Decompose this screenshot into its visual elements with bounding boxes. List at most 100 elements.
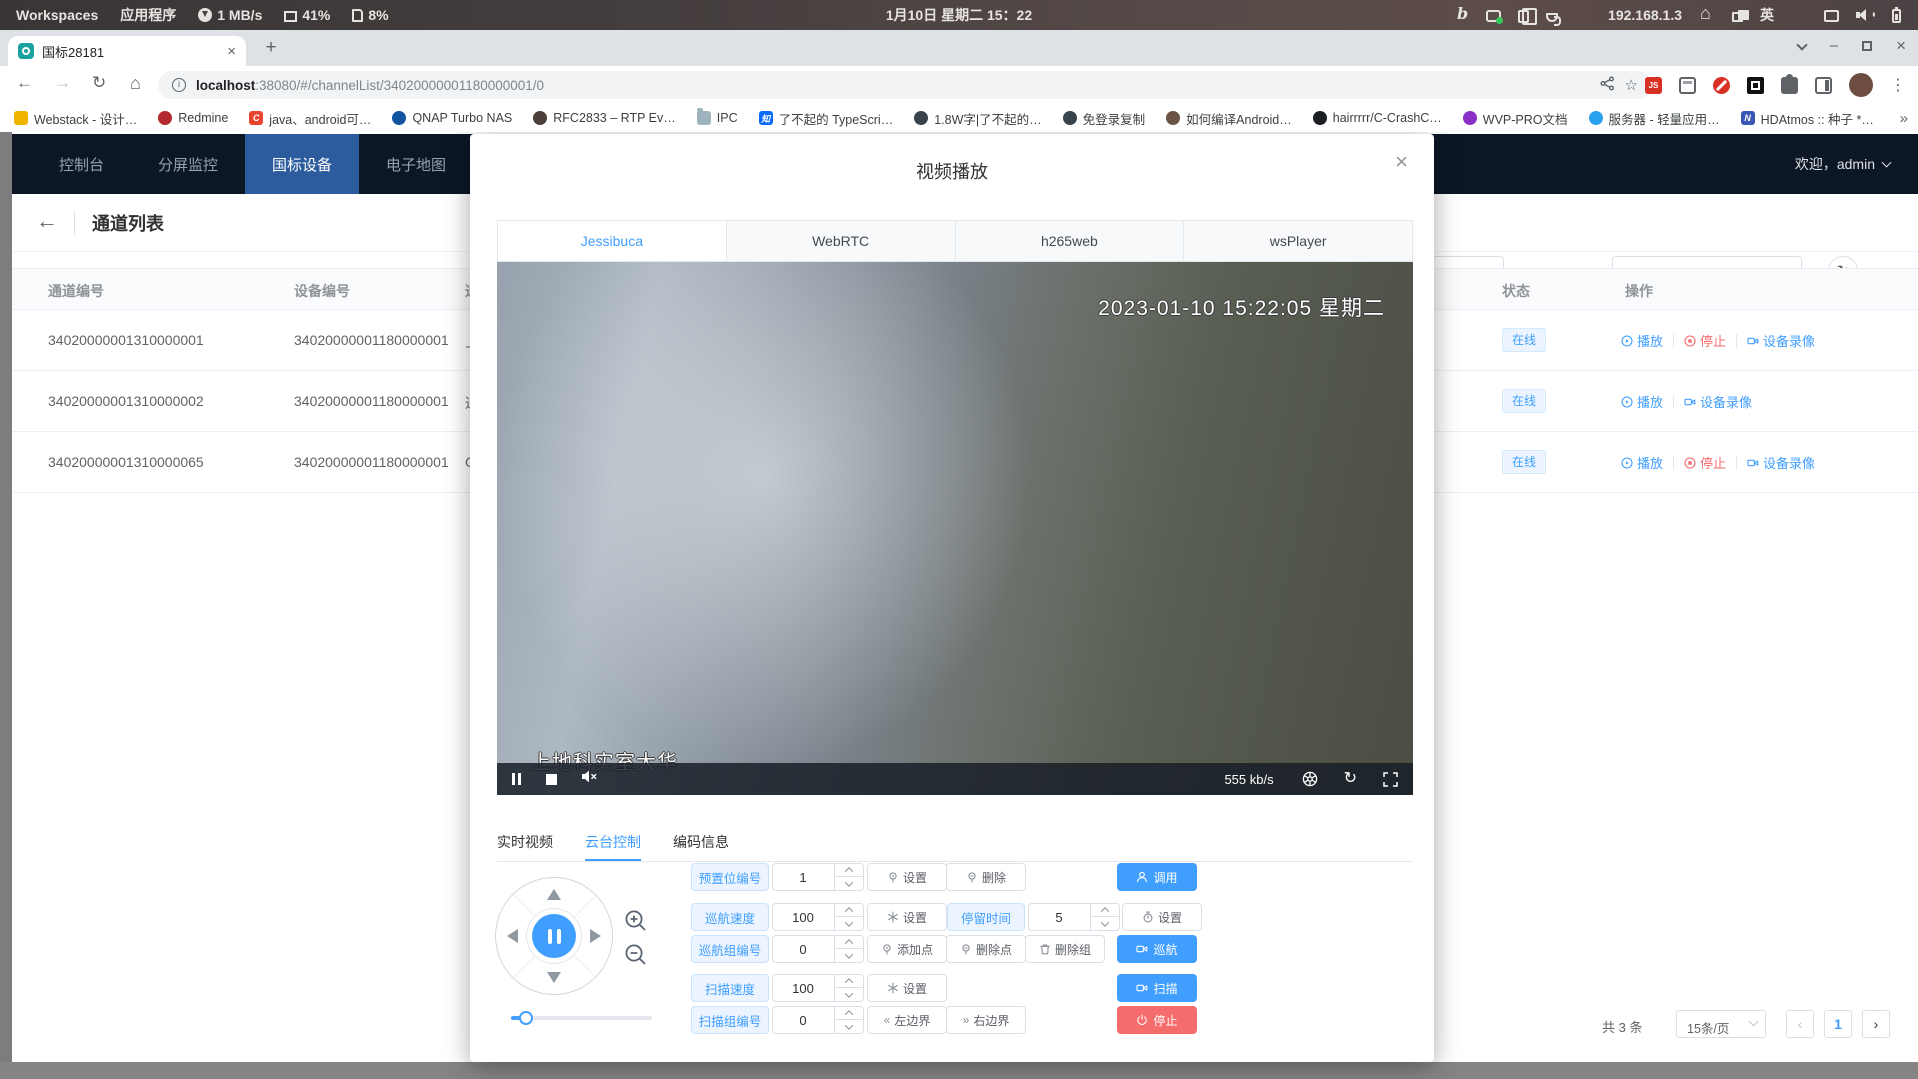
- ptz-button-设置[interactable]: 设置: [1122, 903, 1202, 931]
- volume-muted-icon[interactable]: [582, 770, 598, 788]
- volume-icon[interactable]: [1856, 7, 1872, 23]
- site-info-icon[interactable]: i: [172, 78, 186, 92]
- ptz-button-设置[interactable]: 设置: [867, 903, 947, 931]
- b-icon[interactable]: [1453, 7, 1469, 23]
- device-record-button[interactable]: 设备录像: [1747, 331, 1815, 350]
- extension-screenshot-icon[interactable]: [1747, 77, 1764, 94]
- nav-tab-控制台[interactable]: 控制台: [32, 134, 131, 194]
- bookmark-item[interactable]: hairrrrr/C-CrashC…: [1313, 111, 1442, 125]
- bookmark-item[interactable]: WVP-PRO文档: [1463, 109, 1568, 128]
- spinner-down-icon[interactable]: [835, 917, 863, 930]
- spinner-down-icon[interactable]: [835, 949, 863, 962]
- video-player[interactable]: 2023-01-10 15:22:05 星期二 上地科实室大华 555 kb/s…: [497, 262, 1413, 795]
- window-minimize-icon[interactable]: –: [1830, 41, 1838, 51]
- player-tab-WebRTC[interactable]: WebRTC: [726, 220, 956, 262]
- stop-icon[interactable]: [546, 774, 557, 785]
- ptz-button-左边界[interactable]: «左边界: [867, 1006, 947, 1034]
- ptz-left-icon[interactable]: [507, 929, 518, 943]
- ptz-joystick[interactable]: [495, 877, 613, 995]
- current-page-button[interactable]: 1: [1824, 1010, 1852, 1038]
- bookmark-item[interactable]: 1.8W字|了不起的…: [914, 109, 1041, 128]
- ptz-button-设置[interactable]: 设置: [867, 863, 947, 891]
- zoom-in-button[interactable]: [623, 908, 649, 934]
- player-tab-wsPlayer[interactable]: wsPlayer: [1183, 220, 1413, 262]
- dialog-close-icon[interactable]: ×: [1395, 152, 1408, 172]
- bookmark-item[interactable]: QNAP Turbo NAS: [392, 111, 512, 125]
- phone-link-icon[interactable]: [1791, 7, 1807, 23]
- spinner-up-icon[interactable]: [835, 936, 863, 949]
- browser-tab[interactable]: 国标28181 ×: [8, 36, 246, 66]
- address-bar[interactable]: i localhost:38080/#/channelList/34020000…: [158, 71, 1652, 99]
- ptz-action-扫描[interactable]: 扫描: [1117, 974, 1197, 1002]
- spinner-up-icon[interactable]: [835, 975, 863, 988]
- screen-share-icon[interactable]: [1486, 10, 1501, 22]
- tab-close-icon[interactable]: ×: [227, 44, 236, 59]
- player-tab-Jessibuca[interactable]: Jessibuca: [497, 220, 727, 262]
- ptz-button-删除点[interactable]: 删除点: [946, 935, 1026, 963]
- ptz-right-icon[interactable]: [590, 929, 601, 943]
- bookmark-item[interactable]: IPC: [697, 111, 738, 125]
- windows-icon[interactable]: [1732, 12, 1743, 22]
- spinner-down-icon[interactable]: [1091, 917, 1119, 930]
- browser-menu-icon[interactable]: ⋮: [1890, 75, 1906, 95]
- ptz-number-input[interactable]: 100: [772, 974, 864, 1002]
- number-spinner[interactable]: [1090, 904, 1119, 930]
- spinner-down-icon[interactable]: [835, 988, 863, 1001]
- bookmark-item[interactable]: 知了不起的 TypeScri…: [759, 109, 894, 128]
- ptz-button-删除组[interactable]: 删除组: [1025, 935, 1105, 963]
- nav-tab-分屏监控[interactable]: 分屏监控: [131, 134, 245, 194]
- extension-adblock-icon[interactable]: [1713, 77, 1730, 94]
- tab-实时视频[interactable]: 实时视频: [497, 824, 553, 861]
- ptz-up-icon[interactable]: [547, 889, 561, 900]
- color-picker-icon[interactable]: [1575, 7, 1591, 23]
- pause-icon[interactable]: [512, 773, 521, 785]
- input-method-indicator[interactable]: 英: [1760, 5, 1774, 25]
- home-icon[interactable]: [1699, 7, 1715, 23]
- bookmark-item[interactable]: 如何编译Android…: [1166, 109, 1292, 128]
- next-page-button[interactable]: ›: [1862, 1010, 1890, 1038]
- extensions-puzzle-icon[interactable]: [1781, 77, 1798, 94]
- bookmarks-overflow-icon[interactable]: »: [1900, 110, 1908, 127]
- ptz-number-input[interactable]: 0: [772, 935, 864, 963]
- window-maximize-icon[interactable]: [1862, 41, 1872, 51]
- profile-avatar[interactable]: [1849, 73, 1873, 97]
- tab-search-icon[interactable]: [1796, 39, 1807, 50]
- ptz-action-调用[interactable]: 调用: [1117, 863, 1197, 891]
- ptz-number-input[interactable]: 0: [772, 1006, 864, 1034]
- bookmark-item[interactable]: NHDAtmos :: 种子 *…: [1741, 109, 1874, 128]
- tab-编码信息[interactable]: 编码信息: [673, 824, 729, 861]
- ptz-down-icon[interactable]: [547, 972, 561, 983]
- spinner-up-icon[interactable]: [835, 864, 863, 877]
- play-button[interactable]: 播放: [1621, 453, 1663, 472]
- ptz-number-input[interactable]: 100: [772, 903, 864, 931]
- share-icon[interactable]: [1600, 76, 1615, 95]
- nav-tab-国标设备[interactable]: 国标设备: [245, 134, 359, 194]
- bookmark-item[interactable]: RFC2833 – RTP Ev…: [533, 111, 676, 125]
- fullscreen-icon[interactable]: [1383, 772, 1398, 787]
- bookmark-item[interactable]: Redmine: [158, 111, 228, 125]
- device-record-button[interactable]: 设备录像: [1684, 392, 1752, 411]
- forward-icon[interactable]: →: [54, 73, 71, 93]
- spinner-up-icon[interactable]: [835, 904, 863, 917]
- number-spinner[interactable]: [834, 975, 863, 1001]
- page-size-select[interactable]: 15条/页: [1676, 1010, 1766, 1038]
- zoom-out-button[interactable]: [623, 942, 649, 968]
- ptz-pause-button[interactable]: [532, 914, 576, 958]
- number-spinner[interactable]: [834, 904, 863, 930]
- number-spinner[interactable]: [834, 864, 863, 890]
- nav-tab-电子地图[interactable]: 电子地图: [359, 134, 473, 194]
- ptz-button-删除[interactable]: 删除: [946, 863, 1026, 891]
- coffee-icon[interactable]: [1546, 13, 1558, 22]
- spinner-down-icon[interactable]: [835, 877, 863, 890]
- home-icon[interactable]: ⌂: [130, 73, 141, 94]
- ptz-number-input[interactable]: 5: [1028, 903, 1120, 931]
- ptz-speed-slider[interactable]: [511, 1016, 652, 1020]
- reload-icon[interactable]: ↻: [92, 73, 106, 93]
- number-spinner[interactable]: [834, 1007, 863, 1033]
- ip-address[interactable]: 192.168.1.3: [1608, 7, 1682, 23]
- stop-button[interactable]: 停止: [1684, 331, 1726, 350]
- slider-handle[interactable]: [519, 1011, 533, 1025]
- ptz-number-input[interactable]: 1: [772, 863, 864, 891]
- prev-page-button[interactable]: ‹: [1786, 1010, 1814, 1038]
- spinner-down-icon[interactable]: [835, 1020, 863, 1033]
